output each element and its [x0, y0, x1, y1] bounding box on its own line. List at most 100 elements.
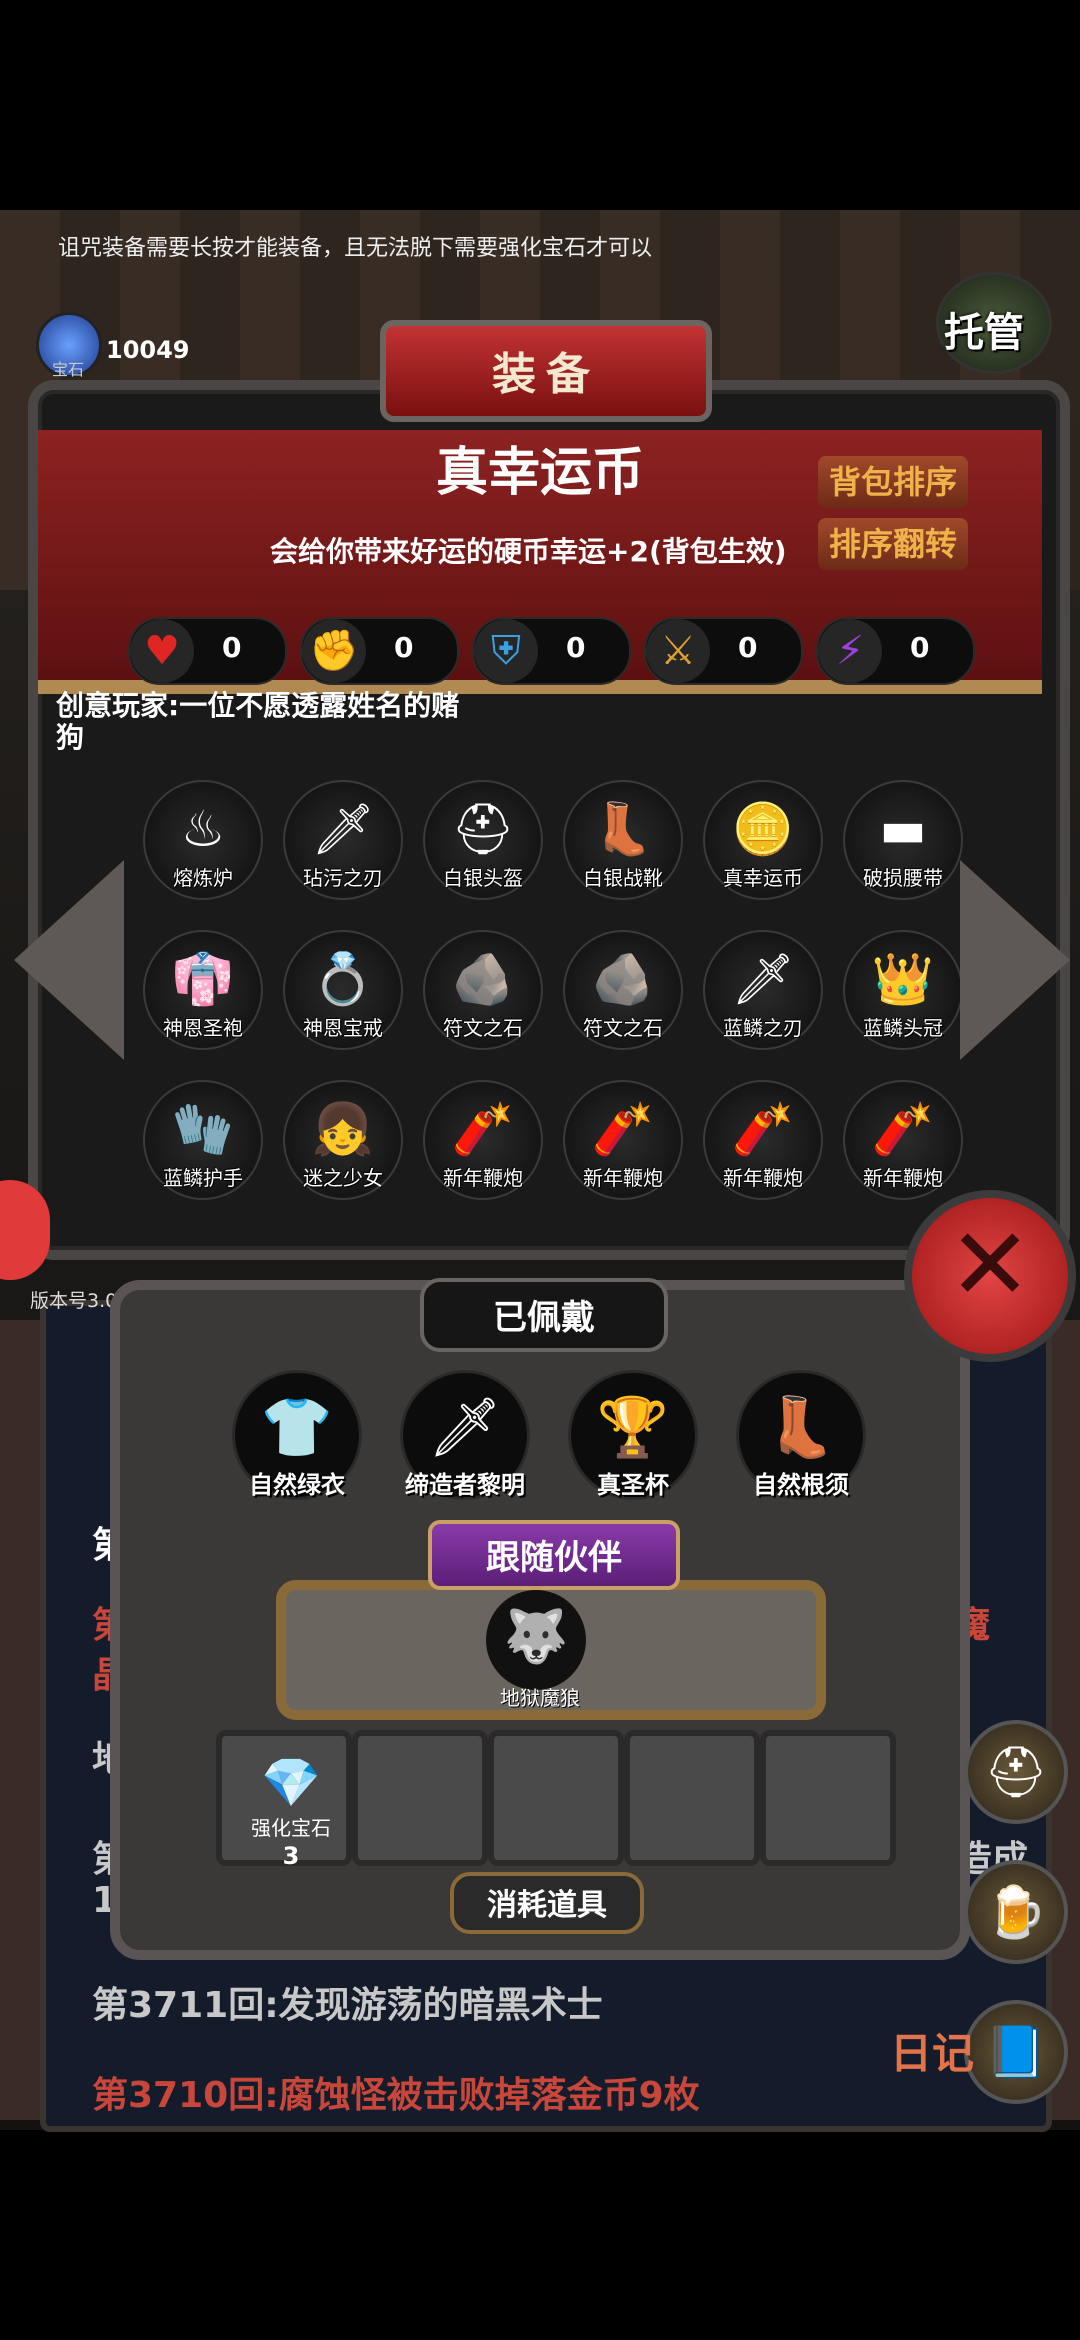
sort-bag-button[interactable]: 背包排序 [818, 456, 968, 508]
worn-slot[interactable]: 🏆 真圣杯 [568, 1370, 698, 1500]
item-icon: ▬ [879, 800, 927, 858]
companion-name: 地狱魔狼 [500, 1686, 580, 1710]
worn-item-name: 自然根须 [753, 1471, 849, 1499]
item-name: 符文之石 [583, 1016, 663, 1040]
stat-value: 0 [394, 631, 414, 664]
inventory-slot[interactable]: 🧨 新年鞭炮 [423, 1080, 543, 1200]
sword-icon: ⚔ [646, 619, 710, 683]
stat-value: 0 [738, 631, 758, 664]
item-name: 新年鞭炮 [863, 1166, 943, 1190]
item-name: 真幸运币 [723, 866, 803, 890]
knight-helmet-icon[interactable]: ⛑ [964, 1720, 1068, 1824]
worn-slot[interactable]: 🗡 缔造者黎明 [400, 1370, 530, 1500]
reverse-sort-button[interactable]: 排序翻转 [818, 518, 968, 570]
consumables-title: 消耗道具 [487, 1888, 607, 1923]
inventory-slot[interactable]: 🪨 符文之石 [423, 930, 543, 1050]
stat-magic: ⚡ 0 [816, 617, 975, 685]
item-name: 白银头盔 [443, 866, 523, 890]
inventory-slot[interactable]: 👑 蓝鳞头冠 [843, 930, 963, 1050]
item-icon: 👑 [871, 950, 935, 1008]
worn-item-name: 真圣杯 [597, 1471, 669, 1499]
close-icon: ✕ [948, 1206, 1032, 1323]
stat-strength: ✊ 0 [300, 617, 459, 685]
diary-book-icon[interactable]: 📘 [964, 2000, 1068, 2104]
item-icon: 🧤 [171, 1100, 235, 1158]
creator-credit: 创意玩家:一位不愿透露姓名的赌狗 [56, 689, 460, 754]
inventory-slot[interactable]: 👘 神恩圣袍 [143, 930, 263, 1050]
consumable-slot-empty[interactable] [352, 1730, 488, 1866]
auto-play-label: 托管 [944, 310, 1024, 356]
item-name: 神恩宝戒 [303, 1016, 383, 1040]
inventory-slot[interactable]: 🧨 新年鞭炮 [843, 1080, 963, 1200]
item-icon: 🧨 [731, 1100, 795, 1158]
item-name: 蓝鳞头冠 [863, 1016, 943, 1040]
stat-armor: ⛨ 0 [472, 617, 631, 685]
item-name: 破损腰带 [863, 866, 943, 890]
hell-wolf-icon: 🐺 [503, 1607, 569, 1667]
worn-slot[interactable]: 👕 自然绿衣 [232, 1370, 362, 1500]
item-icon: 🪨 [451, 950, 515, 1008]
item-icon: 🧨 [871, 1100, 935, 1158]
item-icon: 👢 [591, 800, 655, 858]
stat-value: 0 [910, 631, 930, 664]
enhance-gem-icon: 💎 [261, 1755, 321, 1811]
item-name: 符文之石 [443, 1016, 523, 1040]
worn-item-icon: 👕 [260, 1393, 334, 1461]
inventory-slot[interactable]: 🧨 新年鞭炮 [563, 1080, 683, 1200]
worn-item-icon: 👢 [764, 1393, 838, 1461]
stat-health: ♥ 0 [128, 617, 287, 685]
item-name: 蓝鳞之刃 [723, 1016, 803, 1040]
worn-item-name: 自然绿衣 [249, 1471, 345, 1499]
inventory-slot[interactable]: ▬ 破损腰带 [843, 780, 963, 900]
item-icon: ⛑ [451, 800, 515, 858]
stat-attack: ⚔ 0 [644, 617, 803, 685]
item-name: 迷之少女 [303, 1166, 383, 1190]
item-icon: 👘 [171, 950, 235, 1008]
item-name: 新年鞭炮 [723, 1166, 803, 1190]
item-icon: 💍 [311, 950, 375, 1008]
prev-page-arrow-icon[interactable] [14, 860, 124, 1060]
worn-item-icon: 🏆 [596, 1393, 670, 1461]
item-icon: 🗡 [731, 950, 795, 1008]
item-name: 蓝鳞护手 [163, 1166, 243, 1190]
worn-slot[interactable]: 👢 自然根须 [736, 1370, 866, 1500]
worn-item-icon: 🗡 [428, 1393, 502, 1461]
inventory-slot[interactable]: 🪨 符文之石 [563, 930, 683, 1050]
item-name: 新年鞭炮 [583, 1166, 663, 1190]
item-icon: 👧 [311, 1100, 375, 1158]
worn-title: 已佩戴 [493, 1298, 595, 1338]
consumable-slot-empty[interactable] [760, 1730, 896, 1866]
inventory-slot[interactable]: 👧 迷之少女 [283, 1080, 403, 1200]
inventory-slot[interactable]: 👢 白银战靴 [563, 780, 683, 900]
consumable-slot-empty[interactable] [624, 1730, 760, 1866]
diary-label: 日记 [890, 2029, 975, 2078]
inventory-slot[interactable]: ♨ 熔炼炉 [143, 780, 263, 900]
gem-label: 宝石 [52, 360, 85, 379]
stat-value: 0 [566, 631, 586, 664]
inventory-slot[interactable]: 🧨 新年鞭炮 [703, 1080, 823, 1200]
item-icon: 🗡 [311, 800, 375, 858]
tavern-mug-icon[interactable]: 🍺 [964, 1860, 1068, 1964]
log-frame-left [0, 1320, 40, 2120]
armor-icon: ⛨ [474, 619, 538, 683]
companion-title: 跟随伙伴 [486, 1538, 622, 1578]
item-name: 神恩圣袍 [163, 1016, 243, 1040]
inventory-slot[interactable]: 🗡 玷污之刃 [283, 780, 403, 900]
item-icon: 🧨 [591, 1100, 655, 1158]
item-icon: ♨ [180, 800, 226, 858]
item-name: 新年鞭炮 [443, 1166, 523, 1190]
stat-value: 0 [222, 631, 242, 664]
item-name: 玷污之刃 [303, 866, 383, 890]
item-icon: 🪨 [591, 950, 655, 1008]
item-icon: 🧨 [451, 1100, 515, 1158]
inventory-slot[interactable]: 💍 神恩宝戒 [283, 930, 403, 1050]
consumable-slot-empty[interactable] [488, 1730, 624, 1866]
item-name: 白银战靴 [583, 866, 663, 890]
log-entry: 第3710回:腐蚀怪被击败掉落金币9枚 [92, 2075, 700, 2116]
strength-icon: ✊ [302, 619, 366, 683]
next-page-arrow-icon[interactable] [960, 860, 1070, 1060]
inventory-slot[interactable]: 🧤 蓝鳞护手 [143, 1080, 263, 1200]
inventory-slot[interactable]: 🗡 蓝鳞之刃 [703, 930, 823, 1050]
inventory-slot[interactable]: 🪙 真幸运币 [703, 780, 823, 900]
inventory-slot[interactable]: ⛑ 白银头盔 [423, 780, 543, 900]
